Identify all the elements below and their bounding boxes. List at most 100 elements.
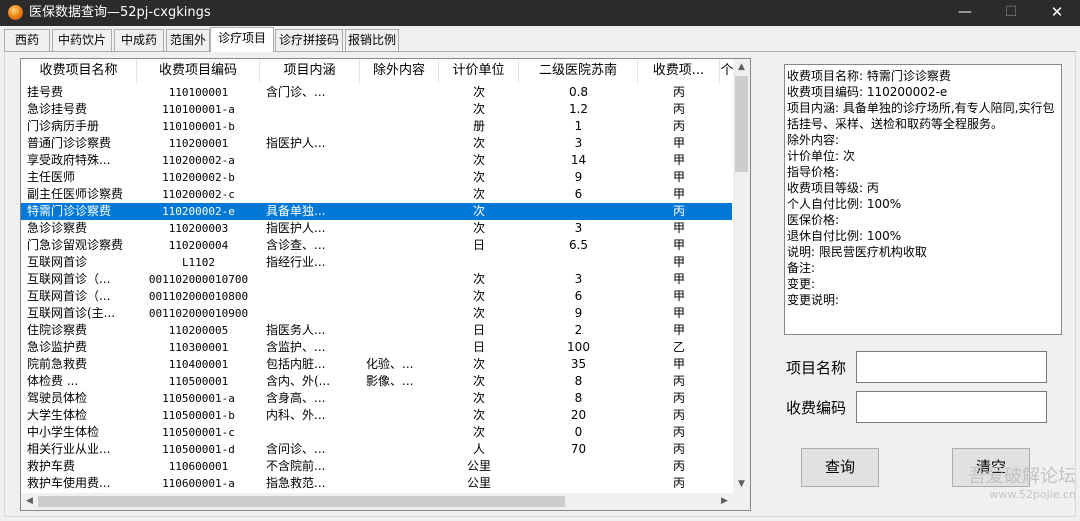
cell-price: 6.5 [568,238,589,252]
table-row[interactable]: 急诊监护费 110300001 含监护、... 日 100 乙 [21,339,732,356]
tab-chinese-patent-medicine[interactable]: 中成药 [114,29,164,51]
cell-unit: 次 [472,85,485,99]
table-row[interactable]: 住院诊察费 110200005 指医务人... 日 2 甲 [21,322,732,339]
table-body: 挂号费 110100001 含门诊、... 次 0.8 丙急诊挂号费 110100001-a… [21,84,732,492]
table-row[interactable]: 互联网首诊 L1102 指经行业... 甲 [21,254,732,271]
table-row[interactable]: 互联网首诊（... 001102000010800 次 6 甲 [21,288,732,305]
cell-price: 100 [567,340,590,354]
column-header-unit[interactable]: 计价单位 [439,59,519,83]
detail-textbox[interactable]: 收费项目名称: 特需门诊诊察费 收费项目编码: 110200002-e 项目内涵… [784,64,1062,335]
detail-guide-price-line: 指导价格: [787,165,840,179]
cell-content: 指医护人... [266,221,326,235]
table-row[interactable]: 互联网首诊（... 001102000010700 次 3 甲 [21,271,732,288]
cell-code: 110500001 [168,375,229,388]
cell-content [260,305,360,322]
query-button[interactable]: 查询 [801,448,879,487]
cell-grade: 丙 [672,459,685,473]
cell-exclusions [360,84,439,101]
table-row[interactable]: 挂号费 110100001 含门诊、... 次 0.8 丙 [21,84,732,101]
cell-exclusions [360,390,439,407]
scroll-up-icon[interactable]: ▲ [733,59,750,76]
column-header-exclusions[interactable]: 除外内容 [360,59,439,83]
vertical-scrollbar[interactable]: ▲ ▼ [733,59,750,493]
table-row[interactable]: 中小学生体检 110500001-c 次 0 丙 [21,424,732,441]
cell-content [260,152,360,169]
tab-western-medicine[interactable]: 西药 [4,29,50,51]
table-row[interactable]: 院前急救费 110400001 包括内脏... 化验、... 次 35 甲 [21,356,732,373]
column-header-content[interactable]: 项目内涵 [260,59,360,83]
table-row[interactable]: 急诊挂号费 110100001-a 次 1.2 丙 [21,101,732,118]
table-row[interactable]: 驾驶员体检 110500001-a 含身高、... 次 8 丙 [21,390,732,407]
table-row[interactable]: 大学生体检 110500001-b 内科、外... 次 20 丙 [21,407,732,424]
item-name-input[interactable] [856,351,1047,383]
detail-unit-line: 计价单位: 次 [787,149,855,163]
table-row[interactable]: 主任医师 110200002-b 次 9 甲 [21,169,732,186]
tab-out-of-scope[interactable]: 范围外 [166,29,210,51]
table-row[interactable]: 救护车费 110600001 不含院前... 公里 丙 [21,458,732,475]
cell-code: 001102000010800 [148,290,249,303]
cell-content: 含身高、... [266,391,326,405]
column-header-name[interactable]: 收费项目名称 [21,59,137,83]
cell-price: 9 [574,306,583,320]
table-row[interactable]: 副主任医师诊察费 110200002-c 次 6 甲 [21,186,732,203]
watermark-text: 吾爱破解论坛 [968,466,1076,487]
cell-price: 35 [570,357,587,371]
cell-content: 包括内脏... [266,357,326,371]
cell-grade: 甲 [672,153,685,167]
table-row[interactable]: 救护车使用费... 110600001-a 指急救范... 公里 丙 [21,475,732,492]
column-header-price[interactable]: 二级医院苏南 [519,59,638,83]
table-row[interactable]: 享受政府特殊... 110200002-a 次 14 甲 [21,152,732,169]
table-row[interactable]: 门急诊留观诊察费 110200004 含诊查、... 日 6.5 甲 [21,237,732,254]
scroll-left-icon[interactable]: ◀ [21,493,38,510]
cell-price: 3 [574,221,583,235]
table-row[interactable]: 体检费 ... 110500001 含内、外(... 影像、... 次 8 丙 [21,373,732,390]
cell-exclusions [360,441,439,458]
minimize-button[interactable]: — [942,0,988,26]
table-row[interactable]: 普通门诊诊察费 110200001 指医护人... 次 3 甲 [21,135,732,152]
close-button[interactable]: ✕ [1034,0,1080,26]
cell-unit: 次 [472,187,485,201]
title-bar: 医保数据查询—52pj-cxgkings — ☐ ✕ [0,0,1080,26]
cell-content [260,288,360,305]
cell-content [260,271,360,288]
cell-unit: 次 [472,153,485,167]
cell-code: 110100001-b [162,120,235,133]
cell-unit: 次 [472,204,485,218]
maximize-button[interactable]: ☐ [988,0,1034,26]
cell-content: 具备单独... [266,204,326,218]
detail-retiree-self-pay-line: 退休自付比例: 100% [787,229,902,243]
horizontal-scrollbar[interactable]: ◀ ▶ [21,493,733,510]
column-header-grade[interactable]: 收费项... [638,59,720,83]
cell-name: 副主任医师诊察费 [27,187,124,201]
table-row[interactable]: 急诊诊察费 110200003 指医护人... 次 3 甲 [21,220,732,237]
scroll-right-icon[interactable]: ▶ [716,493,733,510]
table-row[interactable]: 特需门诊诊察费 110200002-e 具备单独... 次 丙 [21,203,732,220]
cell-code: 110500001-b [162,409,235,422]
cell-content: 含诊查、... [266,238,326,252]
cell-name: 救护车费 [27,459,76,473]
horizontal-scroll-thumb[interactable] [38,496,565,507]
tab-treatment-items[interactable]: 诊疗项目 [210,27,274,52]
fee-code-input[interactable] [856,391,1047,423]
table-row[interactable]: 互联网首诊(主... 001102000010900 次 9 甲 [21,305,732,322]
vertical-scroll-thumb[interactable] [735,76,748,172]
tab-herbal-pieces[interactable]: 中药饮片 [52,29,112,51]
items-table[interactable]: 收费项目名称 收费项目编码 项目内涵 除外内容 计价单位 二级医院苏南 收费项.… [20,58,751,511]
detail-change-desc-line: 变更说明: [787,293,840,307]
tab-reimbursement-ratio[interactable]: 报销比例 [345,29,399,51]
column-header-truncated[interactable]: 个 [720,59,734,83]
cell-name: 门诊病历手册 [27,119,100,133]
table-row[interactable]: 相关行业从业... 110500001-d 含问诊、... 人 70 丙 [21,441,732,458]
cell-grade: 甲 [672,187,685,201]
item-name-label: 项目名称 [786,359,847,377]
cell-exclusions [360,203,439,220]
table-row[interactable]: 门诊病历手册 110100001-b 册 1 丙 [21,118,732,135]
cell-grade: 丙 [672,442,685,456]
tab-treatment-codes[interactable]: 诊疗拼接码 [275,29,343,51]
cell-price: 1 [574,119,583,133]
column-header-code[interactable]: 收费项目编码 [137,59,260,83]
cell-code: 110500001-a [162,392,235,405]
scroll-down-icon[interactable]: ▼ [733,476,750,493]
detail-name-line: 收费项目名称: 特需门诊诊察费 [787,69,951,83]
cell-price: 14 [570,153,587,167]
